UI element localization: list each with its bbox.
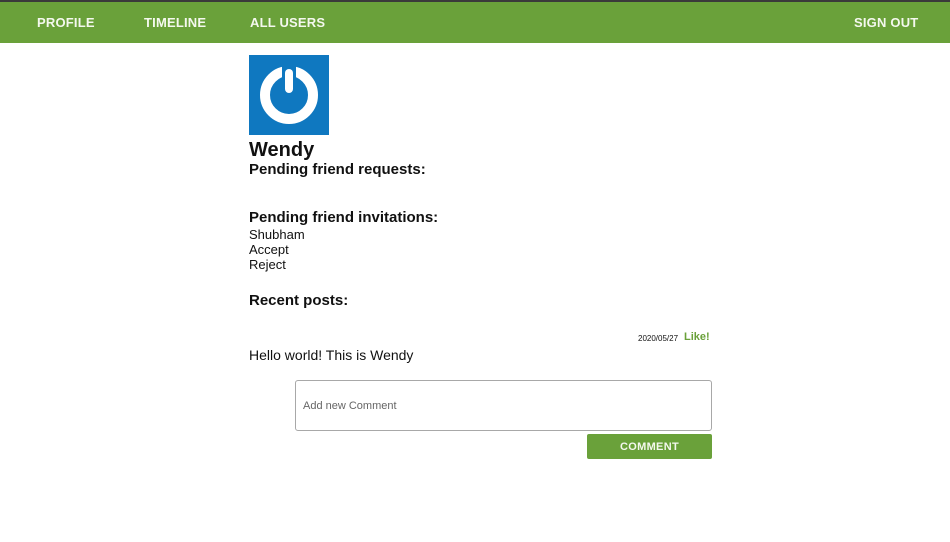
pending-requests-heading: Pending friend requests: xyxy=(249,161,426,178)
pending-invitations-heading: Pending friend invitations: xyxy=(249,209,439,226)
nav-timeline-link[interactable]: TIMELINE xyxy=(144,15,206,30)
comment-input[interactable] xyxy=(295,380,712,431)
power-button-icon xyxy=(260,66,318,124)
comment-button[interactable]: COMMENT xyxy=(587,434,712,459)
post-date: 2020/05/27 xyxy=(638,334,679,343)
nav-sign-out-link[interactable]: SIGN OUT xyxy=(854,15,918,30)
avatar xyxy=(249,55,329,135)
like-button[interactable]: Like! xyxy=(684,331,710,344)
invitation-sender-name: Shubham xyxy=(249,227,305,242)
profile-name: Wendy xyxy=(249,139,315,161)
post-text: Hello world! This is Wendy xyxy=(249,347,414,363)
reject-invitation-button[interactable]: Reject xyxy=(249,257,286,272)
top-navbar: PROFILE TIMELINE ALL USERS SIGN OUT xyxy=(0,0,950,43)
accept-invitation-button[interactable]: Accept xyxy=(249,242,289,257)
nav-profile-link[interactable]: PROFILE xyxy=(37,15,95,30)
nav-all-users-link[interactable]: ALL USERS xyxy=(250,15,325,30)
recent-posts-heading: Recent posts: xyxy=(249,292,349,309)
